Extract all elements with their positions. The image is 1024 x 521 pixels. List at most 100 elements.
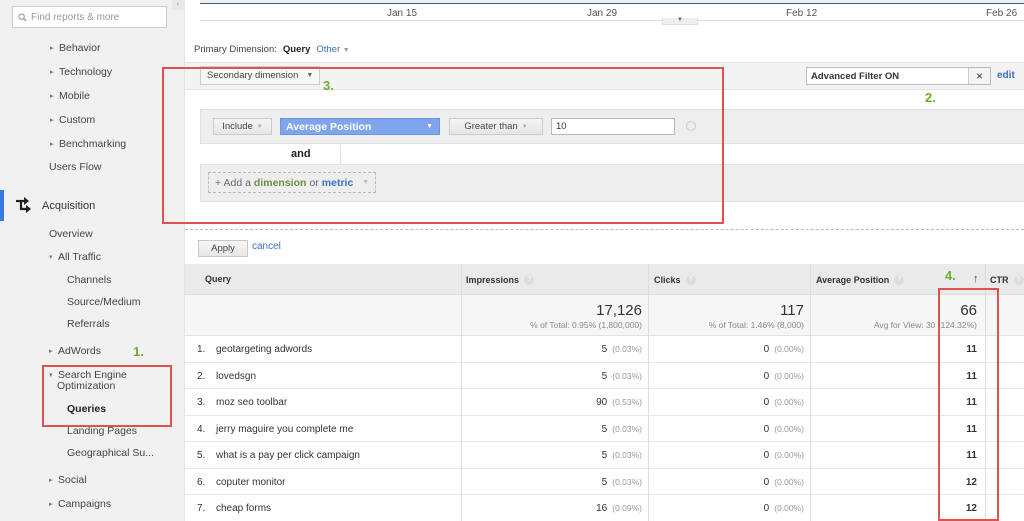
sidebar-item-label: Custom	[59, 114, 96, 126]
row-number: 5.	[197, 450, 206, 461]
sort-ascending-icon[interactable]: ↑	[973, 273, 979, 285]
sidebar-item-label: Referrals	[67, 318, 110, 330]
clicks-cell: 0 (0.00%)	[764, 477, 804, 488]
clicks-value: 0	[763, 450, 770, 461]
expand-arrow-icon: ▸	[49, 501, 53, 508]
impressions-percent: (0.03%)	[612, 423, 642, 434]
column-header-ctr[interactable]: CTR?	[990, 275, 1024, 285]
column-header-impressions[interactable]: Impressions?	[466, 275, 535, 285]
table-row[interactable]: 4. jerry maguire you complete me 5 (0.03%) 0…	[185, 415, 1024, 442]
table-row[interactable]: 5. what is a pay per click campaign 5 (0.03…	[185, 442, 1024, 469]
filter-divider	[185, 229, 1024, 230]
row-number: 1.	[197, 344, 206, 355]
query-link[interactable]: coputer monitor	[216, 477, 285, 488]
sidebar-item-label: Geographical Su...	[67, 447, 154, 459]
edit-filter-link[interactable]: edit	[997, 70, 1015, 81]
totals-row: 17,126 % of Total: 0.95% (1,800,000) 117…	[185, 295, 1024, 336]
clear-filter-icon[interactable]: ×	[968, 68, 990, 84]
chevron-down-icon: ▼	[342, 47, 350, 54]
sidebar-item-label: Benchmarking	[59, 138, 127, 150]
clicks-cell: 0 (0.00%)	[764, 344, 804, 355]
help-icon[interactable]: ?	[524, 275, 535, 285]
sidebar-item-label: All Traffic	[58, 251, 101, 263]
sidebar-item-behavior[interactable]: ▸ Behavior	[50, 42, 100, 54]
query-link[interactable]: geotargeting adwords	[216, 344, 312, 355]
clicks-cell: 0 (0.00%)	[764, 424, 804, 435]
impressions-percent: (0.53%)	[612, 397, 642, 407]
sidebar-item-label: Source/Medium	[67, 296, 141, 308]
table-row[interactable]: 6. coputer monitor 5 (0.03%) 0 (0.00%) 12	[185, 468, 1024, 495]
sidebar-item-benchmarking[interactable]: ▸ Benchmarking	[50, 138, 126, 150]
table-row[interactable]: 7. cheap forms 16 (0.09%) 0 (0.00%) 12	[185, 495, 1024, 521]
help-icon[interactable]: ?	[685, 275, 696, 285]
table-row[interactable]: 2. lovedsgn 5 (0.03%) 0 (0.00%) 11	[185, 362, 1024, 389]
search-input[interactable]: Find reports & more	[12, 6, 167, 28]
sidebar-item-geographical-summary[interactable]: Geographical Su...	[67, 447, 154, 459]
primary-dimension-other[interactable]: Other ▼	[316, 44, 349, 55]
help-icon[interactable]: ?	[1013, 275, 1024, 285]
chart-collapse-toggle[interactable]: ▼	[662, 17, 698, 25]
total-clicks-sub: % of Total: 1.46% (8,000)	[708, 320, 804, 330]
other-label: Other	[316, 44, 341, 55]
sidebar-item-label: Overview	[49, 228, 93, 240]
impressions-value: 90	[596, 397, 608, 408]
clicks-cell: 0 (0.00%)	[764, 397, 804, 408]
query-link[interactable]: what is a pay per click campaign	[216, 450, 360, 461]
column-header-query[interactable]: Query	[205, 274, 231, 284]
sidebar-item-referrals[interactable]: Referrals	[67, 318, 110, 330]
sidebar-item-technology[interactable]: ▸ Technology	[50, 66, 112, 78]
apply-button[interactable]: Apply	[198, 240, 248, 257]
search-placeholder: Find reports & more	[31, 11, 120, 23]
expand-arrow-icon: ▸	[49, 348, 53, 355]
clicks-percent: (0.00%)	[774, 344, 804, 354]
query-link[interactable]: jerry maguire you complete me	[216, 424, 353, 435]
header-label: CTR	[990, 275, 1009, 285]
sidebar-item-label: Acquisition	[42, 200, 96, 212]
expand-arrow-icon: ▸	[49, 477, 53, 484]
table-row[interactable]: 1. geotargeting adwords 5 (0.03%) 0 (0.00%) 11	[185, 336, 1024, 363]
advanced-filter-field[interactable]: Advanced Filter ON ×	[806, 67, 991, 85]
clicks-value: 0	[763, 344, 770, 355]
row-number: 6.	[197, 476, 206, 488]
annotation-number-4: 4.	[945, 268, 956, 283]
sidebar-item-adwords[interactable]: ▸ AdWords	[49, 345, 101, 357]
sidebar-item-users-flow[interactable]: Users Flow	[49, 161, 102, 173]
column-header-average-position[interactable]: Average Position?	[816, 275, 905, 285]
analytics-page: ‹ Find reports & more ▸ Behavior ▸ Technol…	[0, 0, 1024, 521]
sidebar-item-overview[interactable]: Overview	[49, 228, 93, 240]
annotation-number-2: 2.	[925, 90, 936, 105]
sidebar-item-mobile[interactable]: ▸ Mobile	[50, 90, 90, 102]
primary-dimension-bar: Primary Dimension: Query Other ▼	[194, 44, 350, 55]
impressions-cell: 5 (0.03%)	[602, 371, 642, 382]
collapse-sidebar-handle[interactable]: ‹	[172, 0, 184, 10]
clicks-percent: (0.00%)	[774, 450, 804, 460]
query-link[interactable]: lovedsgn	[216, 371, 256, 382]
row-number: 4.	[197, 423, 206, 435]
sidebar-item-campaigns[interactable]: ▸ Campaigns	[49, 498, 111, 510]
sidebar-item-social[interactable]: ▸ Social	[49, 474, 87, 486]
clicks-percent: (0.00%)	[774, 503, 804, 513]
table-row[interactable]: 3. moz seo toolbar 90 (0.53%) 0 (0.00%) 11	[185, 389, 1024, 416]
chart-x-axis: Jan 15 Jan 29 Feb 12 Feb 26	[200, 4, 1024, 21]
column-divider	[461, 264, 462, 521]
header-label: Impressions	[466, 275, 520, 285]
sidebar-item-custom[interactable]: ▸ Custom	[50, 114, 95, 126]
table-header: Query Impressions? Clicks? Average Posit…	[185, 264, 1024, 295]
sidebar-item-label: Social	[58, 474, 87, 486]
impressions-percent: (0.03%)	[612, 476, 642, 487]
sidebar-item-source-medium[interactable]: Source/Medium	[67, 296, 141, 308]
search-icon	[18, 12, 27, 22]
sidebar-item-all-traffic[interactable]: ▾ All Traffic	[49, 251, 101, 263]
query-link[interactable]: moz seo toolbar	[216, 397, 287, 408]
sidebar-item-channels[interactable]: Channels	[67, 274, 111, 286]
column-header-clicks[interactable]: Clicks?	[654, 275, 696, 285]
primary-dimension-query[interactable]: Query	[283, 44, 310, 55]
cancel-link[interactable]: cancel	[252, 241, 281, 252]
query-link[interactable]: cheap forms	[216, 503, 271, 514]
total-impressions-sub: % of Total: 0.95% (1,800,000)	[530, 320, 642, 330]
sidebar-item-acquisition[interactable]: Acquisition	[42, 200, 95, 212]
annotation-number-1: 1.	[133, 344, 144, 359]
row-number: 3.	[197, 397, 206, 408]
sidebar-item-label: Technology	[59, 66, 113, 78]
help-icon[interactable]: ?	[894, 275, 905, 285]
